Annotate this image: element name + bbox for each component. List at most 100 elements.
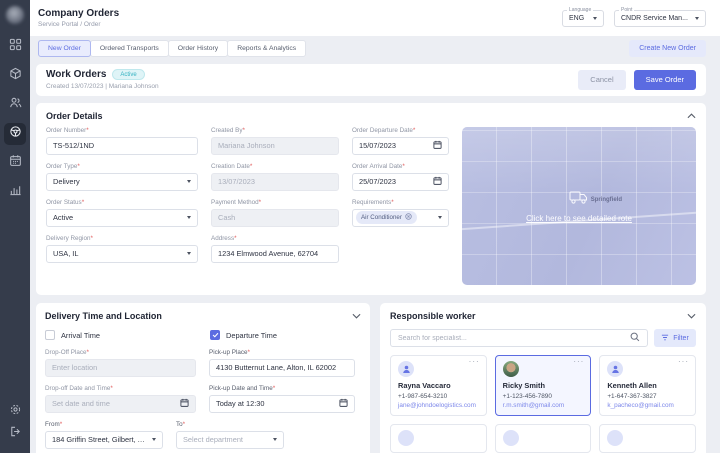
departure-date-label: Order Departure Date* bbox=[352, 127, 416, 134]
worker-email[interactable]: jane@johndoelogistics.com bbox=[398, 402, 479, 409]
sidebar-item-dashboard[interactable] bbox=[4, 36, 26, 58]
order-number-label: Order Number* bbox=[46, 127, 89, 134]
language-select-label: Language bbox=[567, 6, 594, 13]
tab-new-order[interactable]: New Order bbox=[38, 40, 91, 57]
worker-name: Rayna Vaccaro bbox=[398, 381, 451, 390]
tab-order-history[interactable]: Order History bbox=[167, 40, 229, 57]
language-select[interactable]: Language ENG bbox=[562, 6, 604, 27]
to-select[interactable]: Select department bbox=[176, 430, 284, 449]
route-map[interactable]: Springfield Click here to see detailed r… bbox=[462, 127, 696, 285]
main-area: Company Orders Service Portal / Order La… bbox=[30, 0, 720, 453]
language-select-value: ENG bbox=[569, 14, 585, 22]
sidebar-item-orders[interactable] bbox=[4, 123, 26, 145]
avatar bbox=[607, 361, 624, 377]
sidebar-item-packages[interactable] bbox=[4, 65, 26, 87]
sidebar-item-logout[interactable] bbox=[4, 423, 26, 445]
breadcrumb: Service Portal / Order bbox=[38, 20, 101, 28]
arrival-date-input[interactable]: 25/07/2023 bbox=[352, 172, 449, 191]
order-details-card: Order Details Order Number* TS-512/1ND O… bbox=[36, 103, 706, 295]
chevron-down-icon bbox=[187, 216, 191, 219]
top-bar: Company Orders Service Portal / Order La… bbox=[30, 0, 720, 36]
more-options-icon[interactable]: ··· bbox=[573, 357, 584, 366]
requirement-chip[interactable]: Air Conditioner bbox=[356, 211, 417, 224]
filter-button[interactable]: Filter bbox=[654, 329, 696, 347]
chip-remove-icon[interactable] bbox=[405, 213, 412, 222]
dropoff-datetime-label: Drop-off Date and Time* bbox=[45, 385, 113, 392]
delivery-region-select[interactable]: USA, IL bbox=[46, 244, 198, 263]
truck-icon bbox=[569, 190, 589, 210]
worker-card[interactable] bbox=[390, 424, 487, 453]
worker-phone: +1-987-654-3210 bbox=[398, 393, 448, 400]
more-options-icon[interactable]: ··· bbox=[678, 357, 689, 366]
worker-email: k_pacheco@gmail.com bbox=[607, 402, 674, 409]
sidebar-item-schedule[interactable] bbox=[4, 152, 26, 174]
chevron-down-icon bbox=[695, 16, 699, 20]
requirements-select[interactable]: Air Conditioner bbox=[352, 208, 449, 227]
search-icon[interactable] bbox=[630, 329, 640, 347]
created-by-label: Created By* bbox=[211, 127, 245, 134]
worker-card-selected[interactable]: ··· Ricky Smith +1-123-456-7890 r.m.smit… bbox=[494, 355, 592, 416]
order-type-label: Order Type* bbox=[46, 163, 80, 170]
arrival-time-checkbox[interactable]: Arrival Time bbox=[45, 330, 210, 340]
collapse-chevron-down-icon[interactable] bbox=[687, 313, 696, 319]
pickup-place-label: Pick-up Place* bbox=[209, 349, 250, 356]
checkbox-unchecked[interactable] bbox=[45, 330, 55, 340]
worker-phone: +1-123-456-7890 bbox=[502, 393, 552, 400]
sidebar-item-analytics[interactable] bbox=[4, 181, 26, 203]
order-type-select[interactable]: Delivery bbox=[46, 172, 198, 191]
departure-date-input[interactable]: 15/07/2023 bbox=[352, 136, 449, 155]
avatar bbox=[398, 361, 414, 377]
work-orders-subtitle: Created 13/07/2023 | Mariana Johnson bbox=[46, 83, 159, 90]
creation-date-input: 13/07/2023 bbox=[211, 172, 339, 191]
status-badge: Active bbox=[112, 69, 145, 80]
sidebar-item-settings[interactable] bbox=[4, 401, 26, 423]
order-status-label: Order Status* bbox=[46, 199, 85, 206]
calendar-icon bbox=[180, 398, 189, 409]
address-input[interactable]: 1234 Elmwood Avenue, 62704 bbox=[211, 244, 339, 263]
dropoff-datetime-input: Set date and time bbox=[45, 394, 196, 413]
point-select[interactable]: Point CNDR Service Man... bbox=[614, 6, 706, 27]
save-order-button[interactable]: Save Order bbox=[633, 69, 696, 90]
checkbox-checked[interactable] bbox=[210, 330, 220, 340]
tab-reports-analytics[interactable]: Reports & Analytics bbox=[227, 40, 307, 57]
from-select[interactable]: 184 Griffin Street, Gilbert, A... bbox=[45, 430, 163, 449]
pickup-datetime-input[interactable]: Today at 12:30 bbox=[209, 394, 355, 413]
filter-icon bbox=[661, 334, 669, 343]
avatar bbox=[398, 430, 414, 446]
steering-wheel-icon bbox=[9, 125, 22, 143]
address-label: Address* bbox=[211, 235, 237, 242]
point-select-value: CNDR Service Man... bbox=[621, 14, 688, 22]
calendar-icon bbox=[339, 398, 348, 409]
tab-ordered-transports[interactable]: Ordered Transports bbox=[89, 40, 169, 57]
collapse-chevron-down-icon[interactable] bbox=[352, 313, 361, 319]
payment-method-input: Cash bbox=[211, 208, 339, 227]
logout-arrow-icon bbox=[9, 425, 22, 443]
specialist-search-input[interactable] bbox=[398, 334, 630, 342]
dropoff-place-label: Drop-Off Place* bbox=[45, 349, 89, 356]
worker-card[interactable] bbox=[599, 424, 696, 453]
delivery-section-title: Delivery Time and Location bbox=[45, 311, 162, 321]
chevron-down-icon bbox=[438, 216, 442, 219]
departure-time-checkbox[interactable]: Departure Time bbox=[210, 330, 277, 340]
avatar bbox=[607, 430, 624, 446]
cancel-button[interactable]: Cancel bbox=[578, 69, 626, 90]
worker-email[interactable]: r.m.smith@gmail.com bbox=[503, 402, 584, 409]
detailed-route-link[interactable]: Click here to see detailed rote bbox=[526, 214, 632, 223]
sidebar-item-customers[interactable] bbox=[4, 94, 26, 116]
avatar-photo bbox=[502, 361, 519, 377]
collapse-chevron-up-icon[interactable] bbox=[687, 113, 696, 119]
arrival-date-label: Order Arrival Date* bbox=[352, 163, 405, 170]
calendar-icon bbox=[433, 176, 442, 187]
specialist-search-box[interactable] bbox=[390, 329, 648, 347]
pickup-place-input[interactable]: 4130 Butternut Lane, Alton, IL 62002 bbox=[209, 358, 355, 377]
order-number-input[interactable]: TS-512/1ND bbox=[46, 136, 198, 155]
chevron-down-icon bbox=[187, 252, 191, 255]
worker-card[interactable]: ··· Kenneth Allen +1-647-367-3827 k_pach… bbox=[599, 355, 696, 416]
worker-card[interactable]: ··· Rayna Vaccaro +1-987-654-3210 jane@j… bbox=[390, 355, 487, 416]
create-new-order-button[interactable]: Create New Order bbox=[629, 40, 706, 57]
worker-card[interactable] bbox=[494, 424, 592, 453]
more-options-icon[interactable]: ··· bbox=[469, 357, 480, 366]
worker-grid-row-2 bbox=[390, 424, 696, 453]
order-status-select[interactable]: Active bbox=[46, 208, 198, 227]
tab-bar: New Order Ordered Transports Order Histo… bbox=[30, 36, 720, 60]
